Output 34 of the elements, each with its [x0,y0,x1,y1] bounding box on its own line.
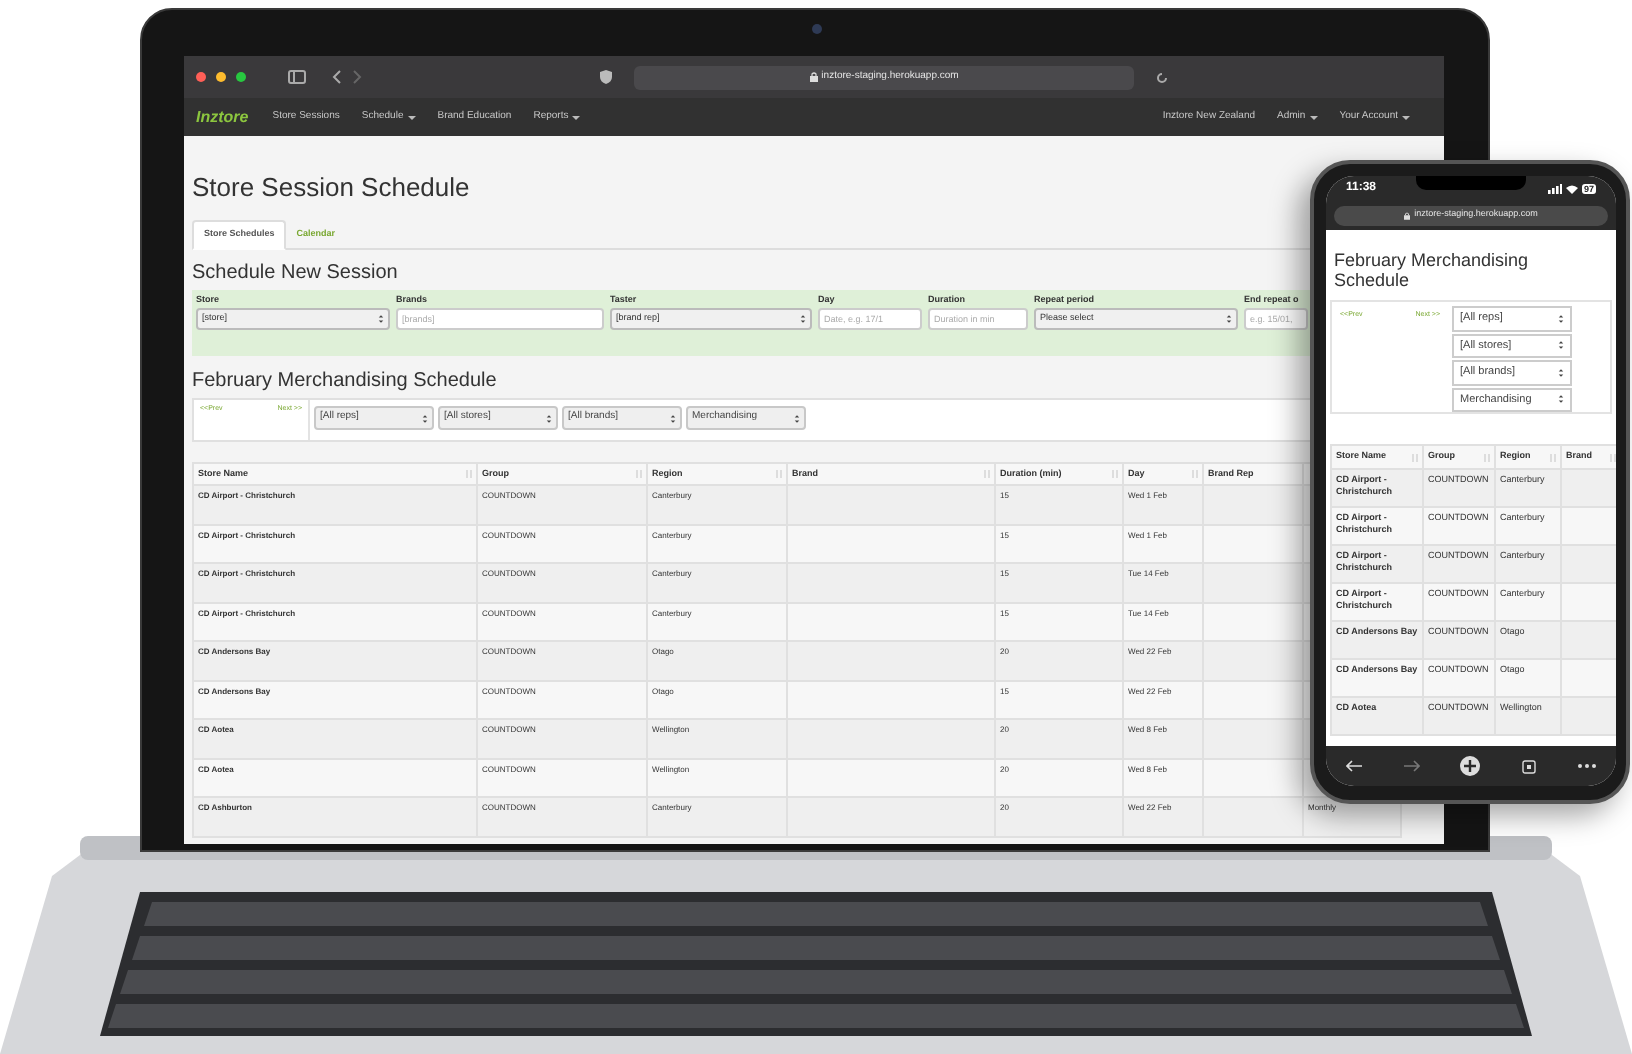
sort-icon [1610,453,1616,461]
shield-icon [600,70,612,84]
plus-icon[interactable] [1460,756,1481,776]
dropdown-arrows-icon [422,413,428,423]
dropdown-arrows-icon [1226,314,1232,324]
section-title: February Merchandising Schedule [1332,250,1531,290]
notch [1416,176,1526,190]
dropdown-arrows-icon [670,413,676,423]
brand-logo[interactable]: Inztore [196,105,249,129]
dropdown-arrows-icon [1558,313,1564,324]
back-icon[interactable] [332,70,342,84]
lock-icon [809,72,818,82]
sidebar-icon[interactable] [288,70,306,84]
wifi-icon [1565,183,1578,193]
dropdown-arrows-icon [794,413,800,423]
dropdown-arrows-icon [1558,367,1564,378]
forward-icon[interactable] [1403,760,1420,772]
dropdown-arrows-icon [546,413,552,423]
page-title: Store Session Schedule [192,174,470,200]
reload-icon[interactable] [1156,71,1168,83]
tabs-icon[interactable] [1522,759,1537,773]
lock-icon [1404,211,1411,219]
camera-icon [812,24,822,34]
caret-icon [1402,115,1410,119]
caret-icon [1309,115,1318,119]
caret-icon [407,115,416,119]
caret-icon [572,115,581,119]
section-title: Schedule New Session [192,264,398,284]
section-title: February Merchandising Schedule [192,372,497,392]
signal-icon [1547,183,1562,193]
dropdown-arrows-icon [1558,340,1564,351]
dropdown-arrows-icon [378,314,384,324]
dropdown-arrows-icon [1558,394,1564,405]
dropdown-arrows-icon [800,314,806,324]
